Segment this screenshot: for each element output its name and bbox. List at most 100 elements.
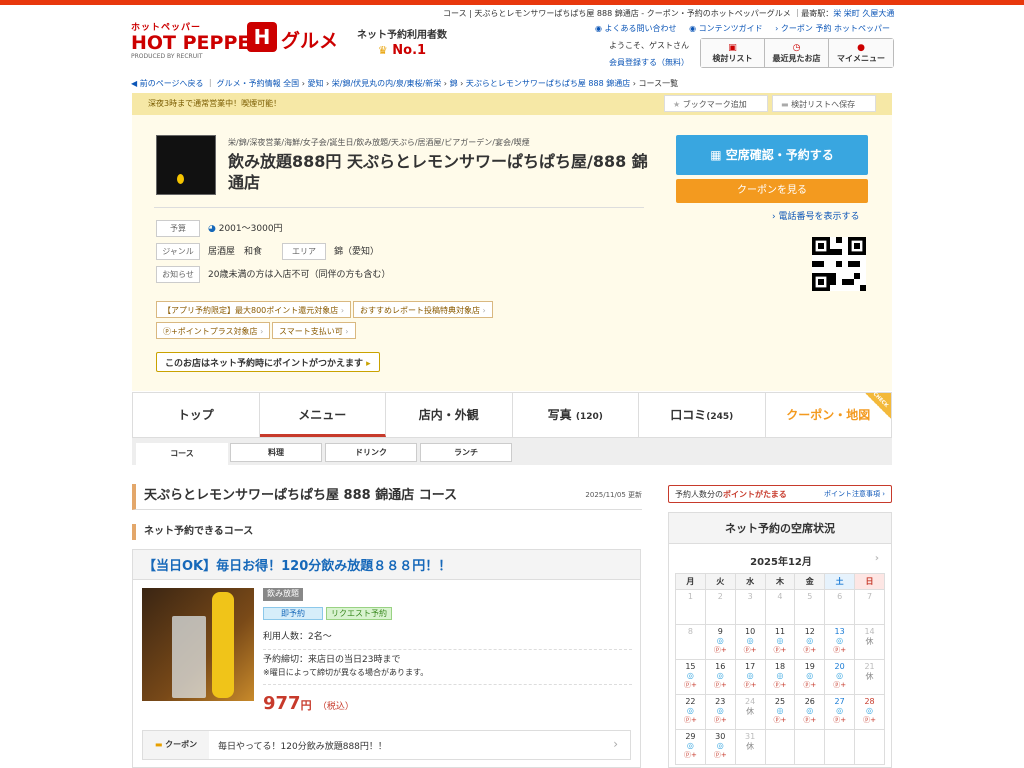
available-mark: ◎: [716, 671, 724, 680]
available-mark: ◎: [746, 636, 754, 645]
coupon-text: 毎日やってる！120分飲み放題888円！！: [218, 742, 387, 752]
calendar-day[interactable]: 9 ◎ ⓟ+: [704, 624, 736, 660]
calendar-day: 8: [675, 624, 706, 660]
save-list-button[interactable]: ▬ 検討リストへ保存: [772, 95, 876, 112]
coupon-link[interactable]: › クーポン 予約 ホットペッパー: [775, 24, 890, 33]
available-mark: ◎: [686, 741, 694, 750]
course-deadline-note: ※曜日によって締切が異なる場合があります。: [263, 667, 632, 685]
subtab-drink[interactable]: ドリンク: [325, 443, 417, 462]
available-mark: ◎: [686, 671, 694, 680]
calendar-day[interactable]: 30 ◎ ⓟ+: [704, 729, 736, 765]
calendar-day[interactable]: 23 ◎ ⓟ+: [704, 694, 736, 730]
closed-mark: 休: [746, 707, 755, 716]
shop-name: 飲み放題888円 天ぷらとレモンサワーぱちぱち屋/888 錦通店: [228, 152, 648, 192]
calendar-day[interactable]: 25 ◎ ⓟ+: [764, 694, 796, 730]
calendar-day: [794, 729, 826, 765]
available-mark: ◎: [776, 636, 784, 645]
register-link[interactable]: 会員登録する（無料）: [609, 57, 689, 68]
availability-calendar: ネット予約の空席状況 2025年12月 › 月火水木金土日 1 2 3 4 5 6 7 8 9 ◎ ⓟ…: [668, 512, 892, 768]
tab-coupon-map[interactable]: クーポン・地図 CHECK: [766, 391, 891, 437]
available-mark: ◎: [776, 671, 784, 680]
crown-icon: ♛: [377, 44, 388, 57]
faq-link[interactable]: ◉ よくある問い合わせ: [595, 24, 677, 33]
available-mark: ◎: [716, 636, 724, 645]
app-point-tag[interactable]: 【アプリ予約限定】最大800ポイント還元対象店: [156, 301, 352, 318]
tab-interior[interactable]: 店内・外観: [386, 393, 513, 437]
course-title[interactable]: 【当日OK】毎日お得！120分飲み放題８８８円！！: [133, 550, 640, 580]
point-plus-tag[interactable]: ⓟ+ポイントプラス対象店: [156, 322, 271, 339]
calendar-day[interactable]: 22 ◎ ⓟ+: [675, 694, 706, 730]
calendar-day: [854, 729, 885, 765]
crumb-all[interactable]: グルメ・予約情報 全国: [217, 79, 300, 88]
header-links: ◉ よくある問い合わせ ◉ コンテンツガイド › クーポン 予約 ホットペッパー: [585, 23, 890, 34]
crumb-nishiki[interactable]: 錦: [450, 79, 458, 88]
back-link[interactable]: ◀ 前のページへ戻る: [131, 79, 204, 88]
my-menu-button[interactable]: ● マイメニュー: [829, 39, 893, 67]
clock-icon: ◷: [792, 43, 801, 53]
calendar-month: 2025年12月 ›: [750, 553, 879, 568]
calendar-day[interactable]: 17 ◎ ⓟ+: [734, 659, 766, 695]
tab-menu[interactable]: メニュー: [259, 393, 386, 437]
reserve-button[interactable]: ▦ 空席確認・予約する: [676, 135, 868, 175]
course-image[interactable]: [142, 588, 254, 701]
point-note-link[interactable]: ポイント注意事項 ›: [824, 489, 885, 499]
calendar-day[interactable]: 28 ◎ ⓟ+: [854, 694, 885, 730]
page-title: コース | 天ぷらとレモンサワーぱちぱち屋 888 錦通店 - クーポン・予約の…: [443, 9, 791, 18]
calendar-day[interactable]: 15 ◎ ⓟ+: [675, 659, 706, 695]
subtab-course[interactable]: コース: [136, 443, 228, 465]
tab-photo[interactable]: 写真 (120): [513, 393, 639, 437]
point-mark: ⓟ+: [833, 716, 847, 724]
calendar-day[interactable]: 10 ◎ ⓟ+: [734, 624, 766, 660]
tel-link[interactable]: › 電話番号を表示する: [772, 209, 859, 222]
subtab-lunch[interactable]: ランチ: [420, 443, 512, 462]
crumb-aichi[interactable]: 愛知: [307, 79, 323, 88]
report-tag[interactable]: おすすめレポート投稿特典対象店: [353, 301, 493, 318]
course-deadline: 予約締切：来店日の当日23時まで: [263, 655, 401, 665]
calendar-day[interactable]: 29 ◎ ⓟ+: [675, 729, 706, 765]
next-month-icon[interactable]: ›: [875, 553, 879, 564]
point-mark: ⓟ+: [683, 751, 697, 759]
section-title: ネット予約できるコース: [132, 524, 253, 540]
course-price: 977円 （税込）: [263, 693, 354, 714]
calendar-day[interactable]: 13 ◎ ⓟ+: [824, 624, 856, 660]
qr-code-icon: [812, 237, 866, 291]
calendar-day[interactable]: 18 ◎ ⓟ+: [764, 659, 796, 695]
breadcrumb: ◀ 前のページへ戻る ｜ グルメ・予約情報 全国 › 愛知 › 栄/錦/伏見丸の…: [131, 79, 679, 88]
hotpepper-logo[interactable]: ホットペッパー HOT PEPPER PRODUCED BY RECRUIT H…: [131, 20, 338, 60]
crumb-area[interactable]: 栄/錦/伏見丸の内/泉/東桜/新栄: [332, 79, 441, 88]
tab-review[interactable]: 口コミ(245): [639, 393, 766, 437]
recent-shops-button[interactable]: ◷ 最近見たお店: [765, 39, 829, 67]
calendar-day[interactable]: 19 ◎ ⓟ+: [794, 659, 826, 695]
info-row: お知らせ 20歳未満の方は入店不可（同伴の方も含む）: [156, 266, 390, 283]
tab-top[interactable]: トップ: [133, 393, 260, 437]
shop-genre-line: 栄/錦/深夜営業/海鮮/女子会/誕生日/飲み放題/天ぷら/居酒屋/ビアガーデン/…: [228, 138, 530, 147]
calendar-day[interactable]: 26 ◎ ⓟ+: [794, 694, 826, 730]
station-links[interactable]: 栄 栄町 久屋大通: [833, 9, 894, 18]
point-mark: ⓟ+: [683, 716, 697, 724]
notice-text: 深夜3時まで通常営業中！喫煙可能！: [148, 99, 282, 108]
shop-thumbnail[interactable]: [156, 135, 216, 195]
calendar-day: 7: [854, 589, 885, 625]
bookmark-button[interactable]: ★ ブックマーク追加: [664, 95, 768, 112]
user-icon: ●: [857, 43, 865, 53]
list-icon: ▣: [728, 43, 737, 53]
header-buttons: ▣ 検討リスト ◷ 最近見たお店 ● マイメニュー: [700, 38, 894, 68]
calendar-day[interactable]: 11 ◎ ⓟ+: [764, 624, 796, 660]
crumb-shop[interactable]: 天ぷらとレモンサワーぱちぱち屋 888 錦通店: [466, 79, 630, 88]
point-mark: ⓟ+: [713, 751, 727, 759]
consider-list-button[interactable]: ▣ 検討リスト: [701, 39, 765, 67]
coupon-button[interactable]: クーポンを見る: [676, 179, 868, 203]
guide-link[interactable]: ◉ コンテンツガイド: [689, 24, 763, 33]
point-usable-button[interactable]: このお店はネット予約時にポイントがつかえます ▸: [156, 352, 380, 372]
subtab-food[interactable]: 料理: [230, 443, 322, 462]
course-coupon-row[interactable]: ▬ クーポン 毎日やってる！120分飲み放題888円！！ ›: [142, 730, 631, 760]
instant-reserve-tag: 即予約: [263, 607, 323, 620]
menu-subtabs: コース 料理 ドリンク ランチ: [132, 438, 892, 465]
calendar-day: 24 休: [734, 694, 766, 730]
calendar-day[interactable]: 27 ◎ ⓟ+: [824, 694, 856, 730]
calendar-day[interactable]: 12 ◎ ⓟ+: [794, 624, 826, 660]
calendar-day[interactable]: 16 ◎ ⓟ+: [704, 659, 736, 695]
smart-pay-tag[interactable]: スマート支払い可: [272, 322, 356, 339]
weekday-header: 日: [854, 573, 885, 590]
calendar-day[interactable]: 20 ◎ ⓟ+: [824, 659, 856, 695]
